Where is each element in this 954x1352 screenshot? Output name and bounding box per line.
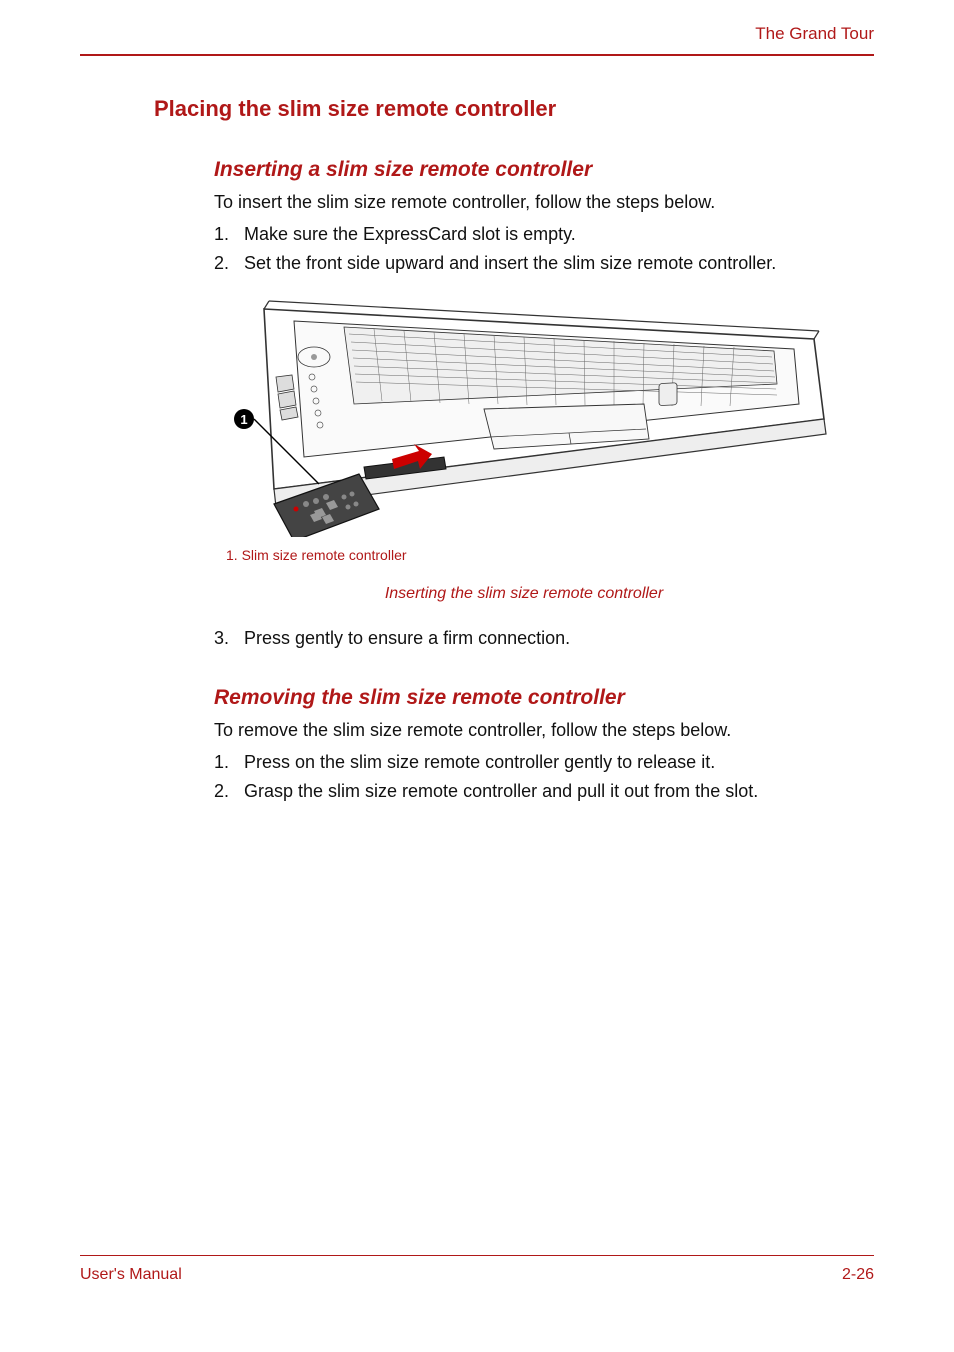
callout-text: Slim size remote controller (242, 547, 407, 563)
footer-left: User's Manual (80, 1266, 182, 1284)
figure-callout: 1. Slim size remote controller (226, 547, 874, 563)
page-header: The Grand Tour (80, 24, 874, 56)
item-number: 2. (214, 778, 244, 805)
inserting-heading: Inserting a slim size remote controller (214, 158, 874, 182)
item-text: Make sure the ExpressCard slot is empty. (244, 221, 874, 248)
list-item: 3. Press gently to ensure a firm connect… (214, 625, 874, 652)
manual-page: The Grand Tour Placing the slim size rem… (0, 0, 954, 1352)
removing-heading: Removing the slim size remote controller (214, 686, 874, 710)
list-item: 1. Press on the slim size remote control… (214, 749, 874, 776)
item-number: 1. (214, 221, 244, 248)
item-text: Press on the slim size remote controller… (244, 749, 874, 776)
list-item: 2. Grasp the slim size remote controller… (214, 778, 874, 805)
removing-steps-list: 1. Press on the slim size remote control… (214, 749, 874, 805)
chapter-title: The Grand Tour (755, 24, 874, 43)
inserting-steps-list: 1. Make sure the ExpressCard slot is emp… (214, 221, 874, 277)
page-footer: User's Manual 2-26 (80, 1255, 874, 1284)
inserting-steps-list-cont: 3. Press gently to ensure a firm connect… (214, 625, 874, 652)
footer-page-number: 2-26 (842, 1266, 874, 1284)
callout-number: 1. (226, 547, 238, 563)
item-number: 3. (214, 625, 244, 652)
removing-intro: To remove the slim size remote controlle… (214, 718, 874, 743)
svg-text:1: 1 (240, 412, 247, 427)
item-text: Set the front side upward and insert the… (244, 250, 874, 277)
laptop-figure: 1 (214, 289, 834, 537)
list-item: 2. Set the front side upward and insert … (214, 250, 874, 277)
item-text: Grasp the slim size remote controller an… (244, 778, 874, 805)
list-item: 1. Make sure the ExpressCard slot is emp… (214, 221, 874, 248)
item-number: 2. (214, 250, 244, 277)
inserting-intro: To insert the slim size remote controlle… (214, 190, 874, 215)
section-heading: Placing the slim size remote controller (154, 96, 874, 122)
laptop-illustration: 1 (214, 289, 834, 537)
item-text: Press gently to ensure a firm connection… (244, 625, 874, 652)
figure-caption: Inserting the slim size remote controlle… (214, 585, 834, 603)
item-number: 1. (214, 749, 244, 776)
